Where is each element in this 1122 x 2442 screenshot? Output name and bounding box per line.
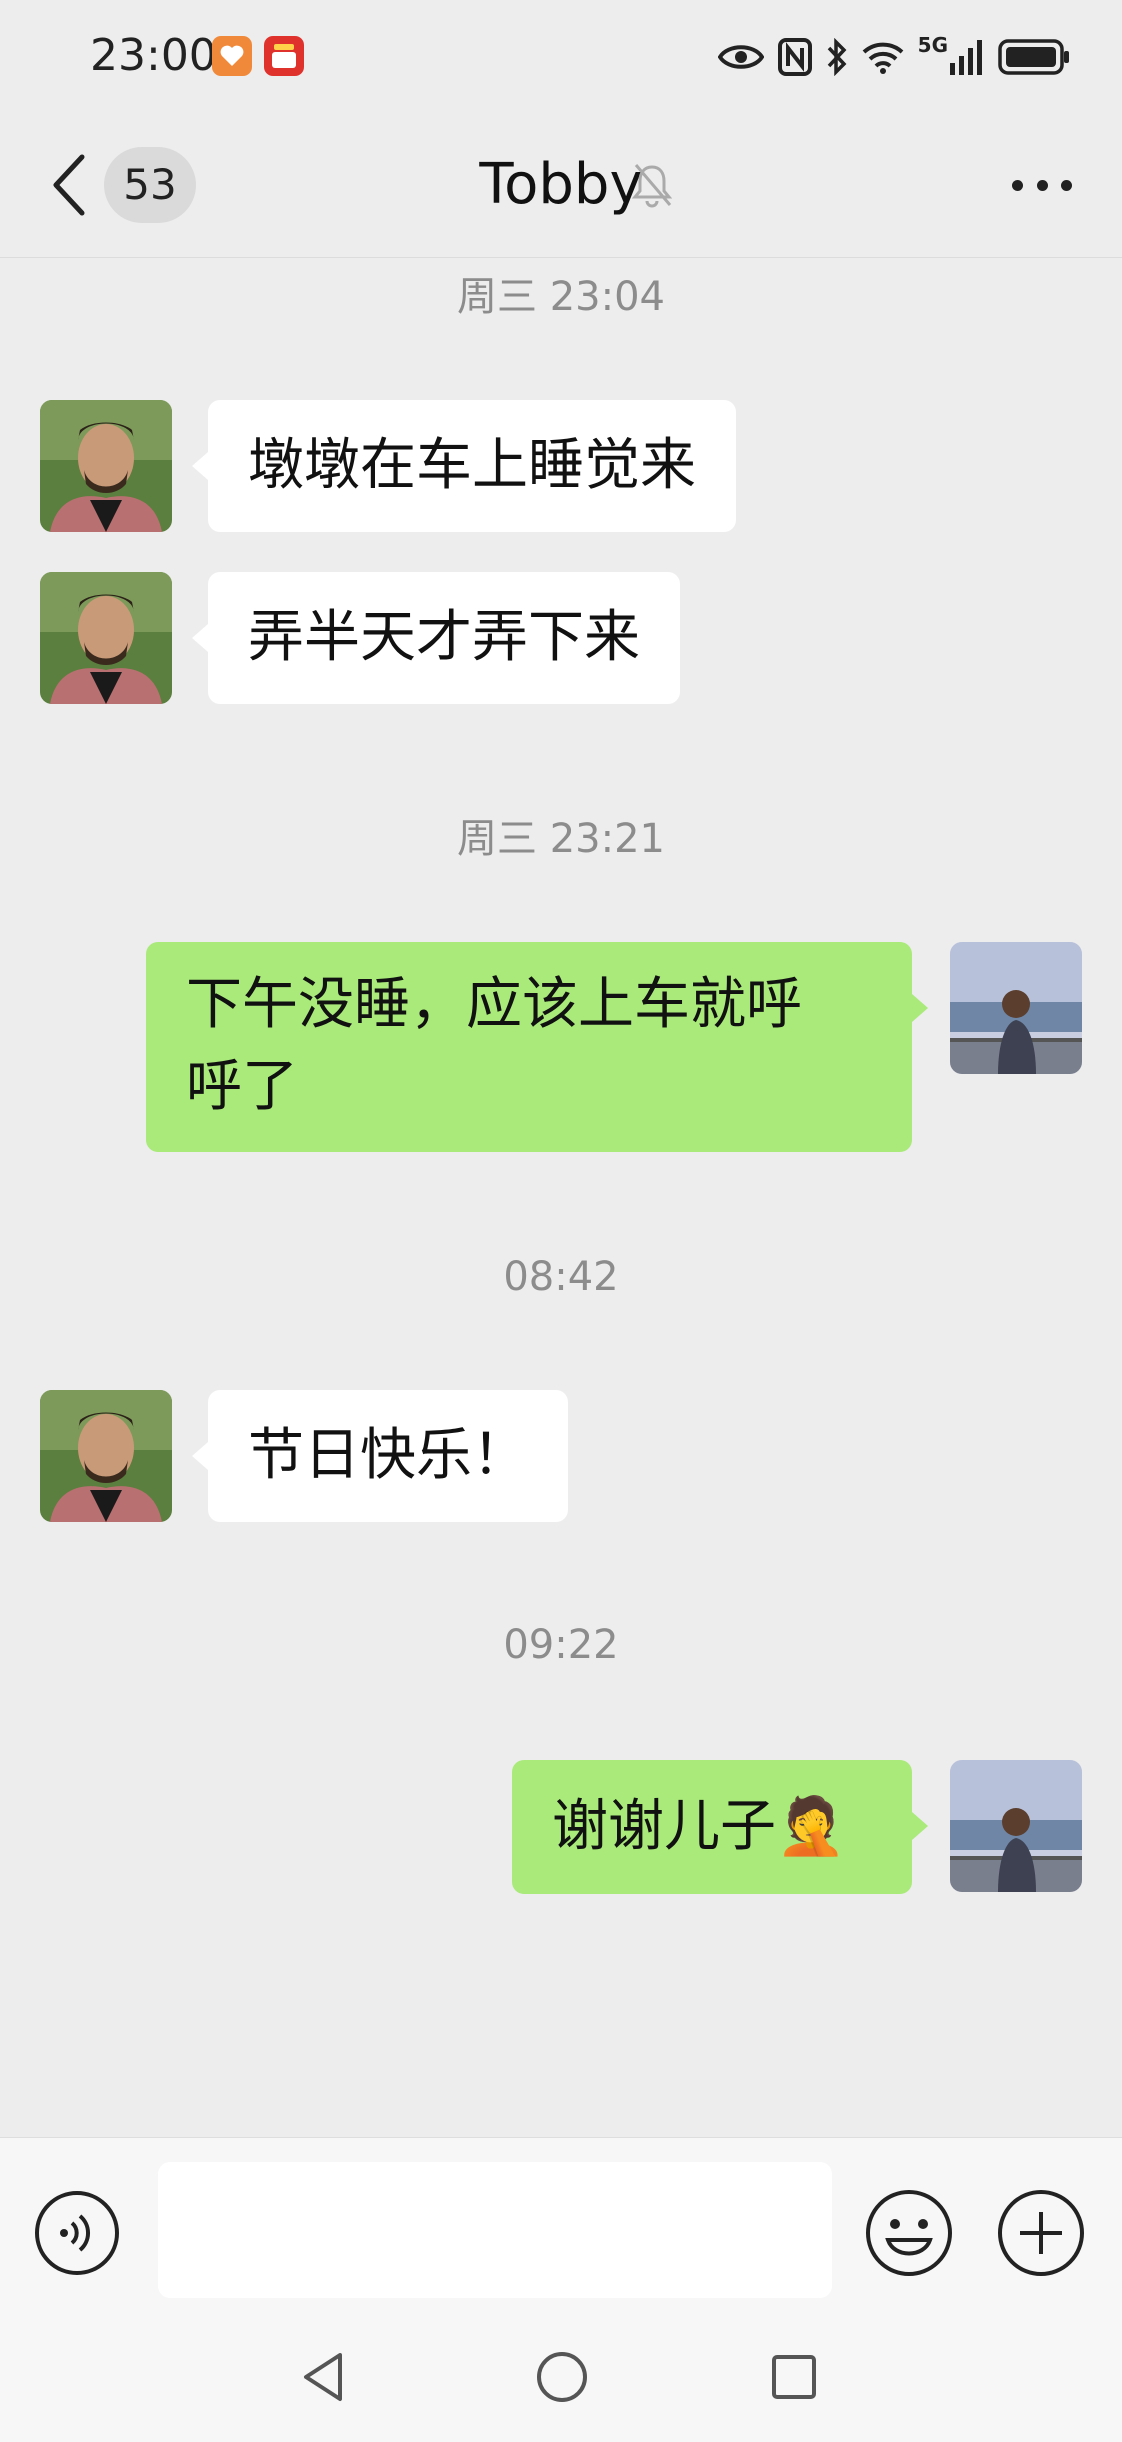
- outgoing-message-bubble[interactable]: 谢谢儿子🤦: [512, 1760, 912, 1894]
- mute-bell-icon: [631, 164, 673, 208]
- chat-header: 53 Tobby: [0, 115, 1122, 258]
- message-text: 谢谢儿子: [552, 1794, 776, 1859]
- message-line: 下午没睡，应该上车就呼: [186, 972, 802, 1037]
- nfc-icon: [777, 38, 812, 76]
- message-line: 呼了: [186, 1054, 298, 1119]
- timestamp: 08:42: [503, 1254, 619, 1300]
- more-icon[interactable]: [1012, 175, 1072, 195]
- status-icons: 5G: [717, 32, 1070, 82]
- app-notification-icon-2: [264, 36, 304, 76]
- contact-avatar[interactable]: [40, 1390, 172, 1522]
- incoming-message-bubble[interactable]: 节日快乐！: [208, 1390, 568, 1522]
- app-notification-icon: [212, 36, 252, 76]
- eye-icon: [717, 45, 764, 69]
- incoming-message-bubble[interactable]: 墩墩在车上睡觉来: [208, 400, 736, 532]
- contact-avatar[interactable]: [40, 400, 172, 532]
- my-avatar[interactable]: [950, 942, 1082, 1074]
- my-avatar[interactable]: [950, 1760, 1082, 1892]
- system-nav-bar: [0, 2307, 1122, 2442]
- timestamp: 周三 23:04: [457, 274, 665, 320]
- signal-icon: [950, 40, 982, 75]
- timestamp: 周三 23:21: [457, 816, 665, 862]
- contact-avatar[interactable]: [40, 572, 172, 704]
- network-type: 5G: [917, 33, 948, 57]
- status-bar: 23:00 5G: [0, 0, 1122, 115]
- nav-home-icon[interactable]: [532, 2347, 592, 2407]
- nav-recents-icon[interactable]: [764, 2347, 824, 2407]
- incoming-message-bubble[interactable]: 弄半天才弄下来: [208, 572, 680, 704]
- voice-icon[interactable]: [34, 2190, 120, 2276]
- battery-icon: [998, 39, 1069, 75]
- plus-icon[interactable]: [996, 2188, 1086, 2278]
- chat-title[interactable]: Tobby: [0, 145, 1122, 225]
- status-time: 23:00: [90, 30, 217, 81]
- timestamp: 09:22: [503, 1622, 619, 1668]
- bluetooth-icon: [827, 38, 847, 76]
- outgoing-message-bubble[interactable]: 下午没睡，应该上车就呼 呼了: [146, 942, 912, 1152]
- input-bar: [0, 2137, 1122, 2308]
- facepalm-emoji: 🤦: [776, 1794, 846, 1859]
- message-input[interactable]: [158, 2162, 832, 2298]
- emoji-icon[interactable]: [864, 2188, 954, 2278]
- nav-back-icon[interactable]: [296, 2347, 356, 2407]
- wifi-icon: [862, 42, 904, 74]
